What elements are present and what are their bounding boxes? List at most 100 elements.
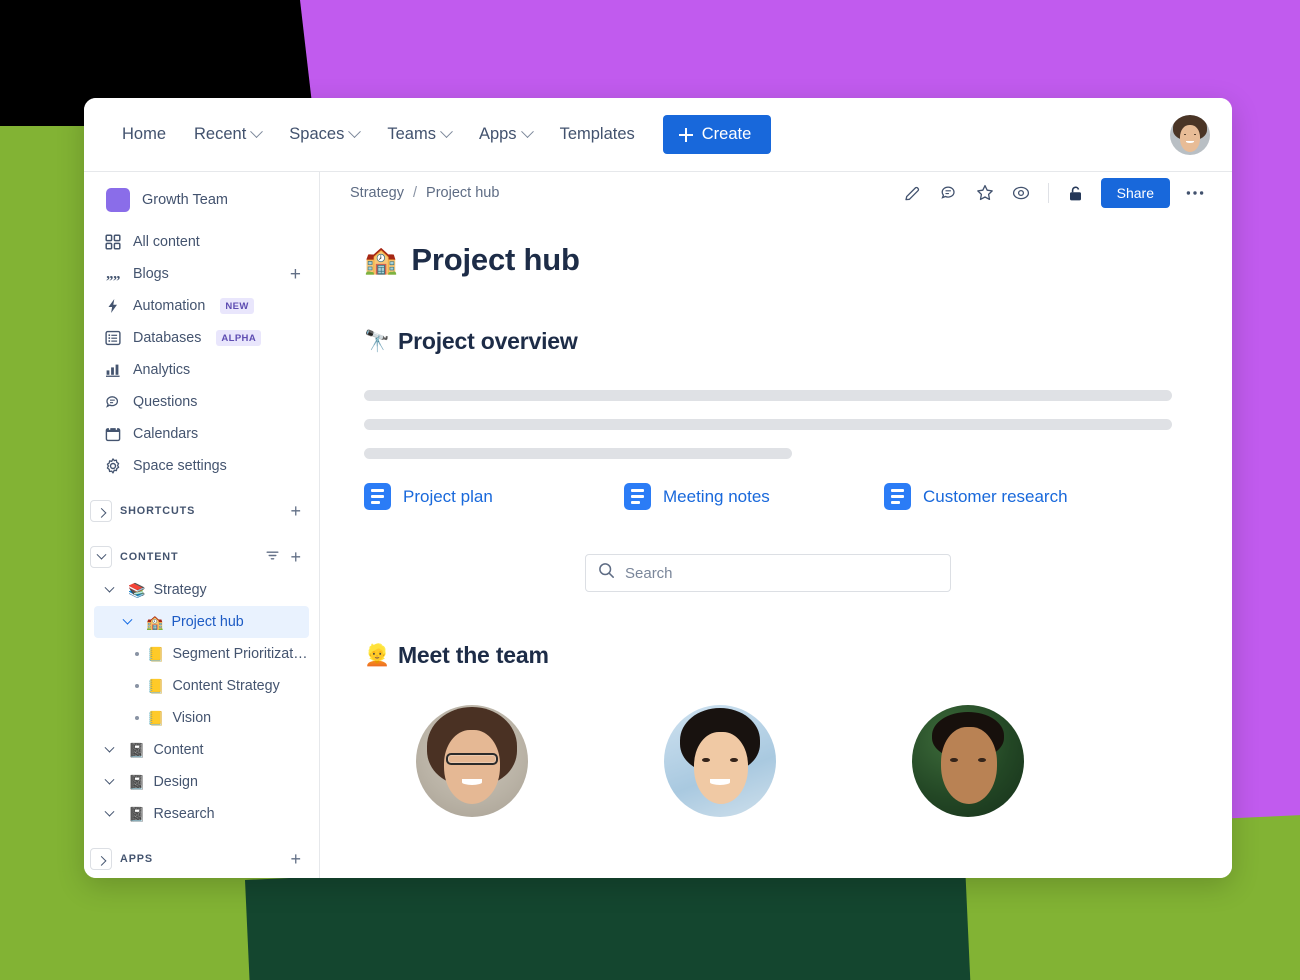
sidebar-item-all-content[interactable]: All content bbox=[94, 226, 309, 258]
avatar-face bbox=[1179, 124, 1201, 152]
sidebar-item-automation[interactable]: Automation NEW bbox=[94, 290, 309, 322]
tree-item-label: Design bbox=[153, 774, 198, 790]
nav-item-spaces[interactable]: Spaces bbox=[275, 117, 373, 152]
nav-item-teams[interactable]: Teams bbox=[373, 117, 465, 152]
watch-eye-icon[interactable] bbox=[1006, 178, 1036, 208]
add-shortcut-button[interactable]: + bbox=[290, 502, 301, 520]
avatar-mouth bbox=[461, 778, 483, 785]
collapse-strategy-button[interactable] bbox=[98, 579, 120, 601]
sidebar-item-label: Automation bbox=[133, 298, 206, 314]
space-header[interactable]: Growth Team bbox=[84, 172, 319, 224]
page-link-row: Project plan Meeting notes Customer rese… bbox=[364, 483, 1172, 510]
chevron-down-icon bbox=[104, 806, 114, 817]
placeholder-line bbox=[364, 419, 1172, 430]
filter-icon[interactable] bbox=[265, 548, 280, 566]
section-header-shortcuts: SHORTCUTS + bbox=[84, 494, 319, 528]
breadcrumb-parent[interactable]: Strategy bbox=[350, 185, 404, 201]
collapse-content-button[interactable] bbox=[90, 546, 112, 568]
create-button[interactable]: Create bbox=[662, 115, 772, 154]
section-title: CONTENT bbox=[120, 551, 179, 563]
add-content-button[interactable]: + bbox=[290, 548, 301, 566]
page-link-label: Customer research bbox=[923, 486, 1068, 506]
space-avatar-icon bbox=[106, 188, 130, 212]
gear-icon bbox=[104, 457, 122, 475]
sidebar-item-label: All content bbox=[133, 234, 200, 250]
collapse-research-button[interactable] bbox=[98, 803, 120, 825]
team-avatar-1[interactable] bbox=[416, 705, 528, 817]
chevron-down-icon bbox=[520, 125, 534, 139]
tree-item-research[interactable]: 📓 Research bbox=[94, 798, 309, 830]
chevron-right-icon bbox=[96, 855, 106, 866]
tree-item-label: Project hub bbox=[171, 614, 244, 630]
breadcrumb-current[interactable]: Project hub bbox=[426, 185, 499, 201]
tree-item-project-hub[interactable]: 🏫 Project hub bbox=[94, 606, 309, 638]
add-app-button[interactable]: + bbox=[290, 850, 301, 868]
star-icon[interactable] bbox=[970, 178, 1000, 208]
notepad-emoji-icon: 📓 bbox=[128, 742, 146, 758]
house-emoji-icon: 🏫 bbox=[146, 614, 164, 630]
sidebar-item-space-settings[interactable]: Space settings bbox=[94, 450, 309, 482]
tree-item-strategy[interactable]: 📚 Strategy bbox=[94, 574, 309, 606]
bullet-icon bbox=[135, 652, 139, 656]
expand-apps-button[interactable] bbox=[90, 848, 112, 870]
table-list-icon bbox=[104, 329, 122, 347]
nav-item-home[interactable]: Home bbox=[108, 117, 180, 152]
nav-item-label: Home bbox=[122, 125, 167, 143]
section-title: SHORTCUTS bbox=[120, 505, 196, 517]
status-badge: ALPHA bbox=[216, 330, 262, 346]
share-button[interactable]: Share bbox=[1100, 178, 1170, 208]
lock-icon[interactable] bbox=[1061, 178, 1091, 208]
edit-pencil-icon[interactable] bbox=[898, 178, 928, 208]
more-options-icon[interactable] bbox=[1180, 178, 1210, 208]
page-icon bbox=[884, 483, 911, 510]
search-box[interactable] bbox=[585, 554, 951, 592]
section-heading-project-overview: 🔭 Project overview bbox=[364, 328, 1172, 355]
user-profile-avatar[interactable] bbox=[1170, 115, 1210, 155]
tree-item-content[interactable]: 📓 Content bbox=[94, 734, 309, 766]
expand-shortcuts-button[interactable] bbox=[90, 500, 112, 522]
chat-bubble-icon bbox=[104, 393, 122, 411]
nav-item-label: Teams bbox=[387, 125, 436, 143]
sidebar-item-analytics[interactable]: Analytics bbox=[94, 354, 309, 386]
tree-item-content-strategy[interactable]: 📒 Content Strategy bbox=[94, 670, 309, 702]
team-avatar-3[interactable] bbox=[912, 705, 1024, 817]
bullet-icon bbox=[135, 684, 139, 688]
page-link-customer-research[interactable]: Customer research bbox=[884, 483, 1144, 510]
nav-item-templates[interactable]: Templates bbox=[546, 117, 649, 152]
avatar-mouth bbox=[1186, 140, 1194, 143]
collapse-project-hub-button[interactable] bbox=[116, 611, 138, 633]
comment-icon[interactable] bbox=[934, 178, 964, 208]
sidebar-item-calendars[interactable]: Calendars bbox=[94, 418, 309, 450]
sidebar-item-blogs[interactable]: „ „ Blogs + bbox=[94, 258, 309, 290]
tree-item-design[interactable]: 📓 Design bbox=[94, 766, 309, 798]
tree-item-segment-prioritization[interactable]: 📒 Segment Prioritization bbox=[94, 638, 309, 670]
section-actions: + bbox=[290, 502, 301, 520]
add-blog-button[interactable]: + bbox=[290, 265, 301, 284]
sidebar-item-label: Calendars bbox=[133, 426, 199, 442]
sidebar-item-databases[interactable]: Databases ALPHA bbox=[94, 322, 309, 354]
page-link-meeting-notes[interactable]: Meeting notes bbox=[624, 483, 884, 510]
collapse-content-folder-button[interactable] bbox=[98, 739, 120, 761]
avatar-mouth bbox=[709, 778, 731, 785]
collapse-design-button[interactable] bbox=[98, 771, 120, 793]
grid-icon bbox=[104, 233, 122, 251]
notebook-emoji-icon: 📒 bbox=[147, 678, 165, 694]
section-header-content: CONTENT + bbox=[84, 540, 319, 574]
sidebar-item-label: Space settings bbox=[133, 458, 227, 474]
section-actions: + bbox=[290, 850, 301, 868]
page-background: Home Recent Spaces Teams Apps Templates … bbox=[0, 0, 1300, 980]
sidebar-item-questions[interactable]: Questions bbox=[94, 386, 309, 418]
page-title: 🏫 Project hub bbox=[364, 242, 1172, 278]
tree-item-label: Content Strategy bbox=[172, 678, 280, 694]
page-icon bbox=[624, 483, 651, 510]
tree-item-vision[interactable]: 📒 Vision bbox=[94, 702, 309, 734]
nav-item-recent[interactable]: Recent bbox=[180, 117, 275, 152]
bar-chart-icon bbox=[104, 361, 122, 379]
nav-item-apps[interactable]: Apps bbox=[465, 117, 546, 152]
page-title-text: Project hub bbox=[411, 242, 580, 277]
page-link-project-plan[interactable]: Project plan bbox=[364, 483, 624, 510]
breadcrumb-separator: / bbox=[413, 185, 418, 201]
team-avatar-2[interactable] bbox=[664, 705, 776, 817]
search-input[interactable] bbox=[625, 564, 938, 582]
nav-items: Home Recent Spaces Teams Apps Templates … bbox=[108, 115, 772, 154]
